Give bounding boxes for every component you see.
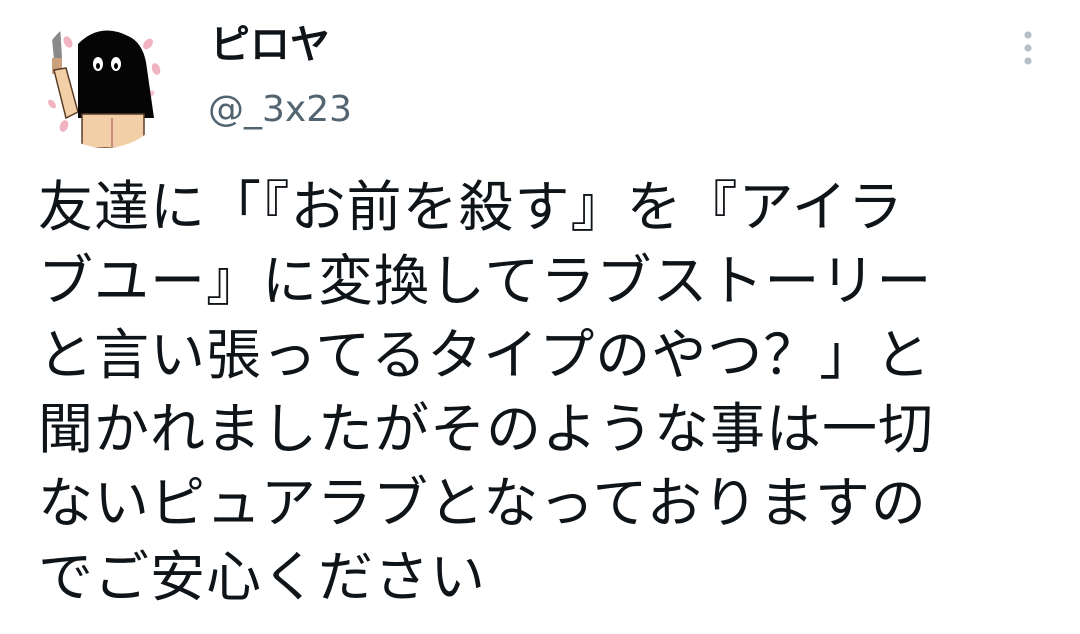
tweet-text-line: でご安心ください: [38, 545, 487, 609]
user-avatar[interactable]: [38, 14, 172, 148]
user-handle[interactable]: @_3x23: [208, 88, 352, 132]
tweet-card: ピロヤ @_3x23 友達に「『お前を殺す』を『アイラ ブユー』に変換してラブス…: [0, 0, 1080, 634]
tweet-text-line: と言い張ってるタイプのやつ？」と: [38, 323, 932, 387]
more-vertical-icon: [1024, 31, 1032, 65]
tweet-text-line: ブユー』に変換してラブストーリー: [38, 249, 933, 313]
hooded-figure-avatar-icon: [38, 14, 172, 148]
tweet-text-line: 友達に「『お前を殺す』を『アイラ: [38, 175, 904, 239]
display-name[interactable]: ピロヤ: [210, 20, 330, 70]
tweet-text-line: 聞かれましたがそのような事は一切: [38, 397, 935, 461]
more-options-button[interactable]: [1012, 28, 1044, 68]
tweet-text: 友達に「『お前を殺す』を『アイラ ブユー』に変換してラブストーリー と言い張って…: [38, 170, 1048, 614]
tweet-text-line: ないピュアラブとなっておりますの: [38, 471, 927, 535]
